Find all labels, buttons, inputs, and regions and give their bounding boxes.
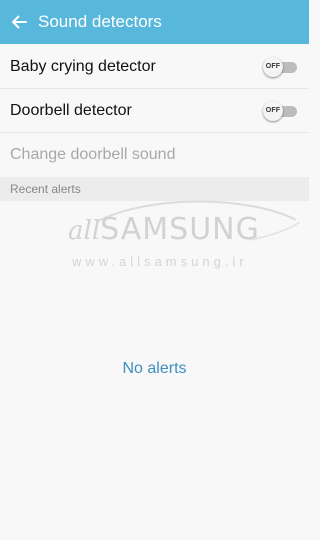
- toggle-knob: OFF: [263, 56, 283, 77]
- baby-crying-detector-label: Baby crying detector: [10, 57, 156, 75]
- page-title: Sound detectors: [38, 12, 162, 31]
- doorbell-detector-toggle[interactable]: OFF: [263, 100, 297, 121]
- arrow-left-icon: [12, 15, 27, 29]
- doorbell-detector-row[interactable]: Doorbell detector OFF: [0, 89, 309, 133]
- change-doorbell-sound-label: Change doorbell sound: [10, 146, 176, 163]
- app-bar: Sound detectors: [0, 0, 309, 44]
- watermark-logo: allSAMSUNG: [68, 212, 260, 247]
- change-doorbell-sound-row: Change doorbell sound: [0, 133, 309, 177]
- back-button[interactable]: [2, 0, 36, 44]
- watermark-url: www.allsamsung.ir: [72, 254, 248, 269]
- recent-alerts-header: Recent alerts: [0, 177, 309, 201]
- baby-crying-detector-row[interactable]: Baby crying detector OFF: [0, 45, 309, 89]
- doorbell-detector-label: Doorbell detector: [10, 101, 132, 119]
- watermark: allSAMSUNG www.allsamsung.ir: [0, 200, 309, 280]
- settings-list: Baby crying detector OFF Doorbell detect…: [0, 45, 309, 201]
- no-alerts-text: No alerts: [122, 360, 187, 377]
- toggle-knob: OFF: [263, 100, 283, 121]
- watermark-logo-all: all: [68, 216, 101, 246]
- baby-crying-detector-toggle[interactable]: OFF: [263, 56, 297, 77]
- watermark-logo-samsung: SAMSUNG: [100, 212, 260, 247]
